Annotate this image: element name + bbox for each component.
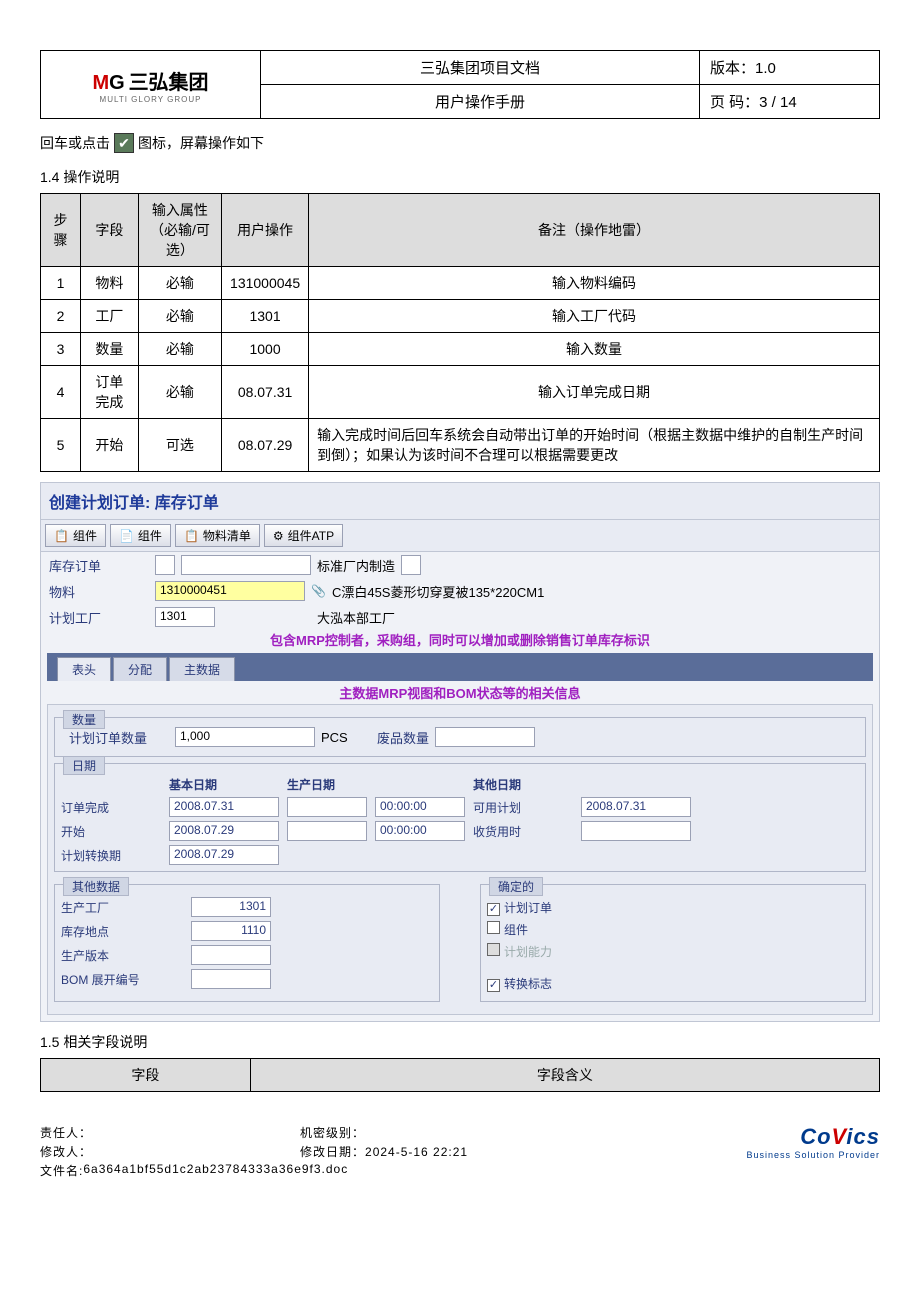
component-checkbox[interactable] — [487, 921, 500, 934]
component-button-2[interactable]: 📄 组件 — [110, 524, 171, 547]
sap-toolbar: 📋 组件 📄 组件 📋 物料清单 ⚙ 组件ATP — [41, 519, 879, 552]
sap-screenshot: 创建计划订单: 库存订单 📋 组件 📄 组件 📋 物料清单 ⚙ 组件ATP 库存… — [40, 482, 880, 1022]
material-label: 物料 — [49, 582, 149, 601]
sap-tabs: 表头 分配 主数据 — [47, 653, 873, 681]
material-input[interactable]: 1310000451 — [155, 581, 305, 601]
page-footer: CoVics Business Solution Provider 责任人：机密… — [0, 1124, 920, 1211]
atp-button[interactable]: ⚙ 组件ATP — [264, 524, 343, 547]
material-desc: C漂白45S菱形切穿夏被135*220CM1 — [332, 582, 544, 601]
component-button[interactable]: 📋 组件 — [45, 524, 106, 547]
plan-order-checkbox[interactable]: ✓ — [487, 903, 500, 916]
operation-table: 步骤字段输入属性 （必输/可选）用户操作备注（操作地雷） 1物料必输131000… — [40, 193, 880, 472]
field-desc-table: 字段字段含义 — [40, 1058, 880, 1092]
logo: MG 三弘集团 MULTI GLORY GROUP — [41, 51, 261, 118]
section-1-5: 1.5 相关字段说明 — [40, 1032, 880, 1052]
check-icon: ✔ — [114, 133, 134, 153]
scrap-input[interactable] — [435, 727, 535, 747]
section-1-4: 1.4 操作说明 — [40, 167, 880, 187]
stock-order-input[interactable] — [181, 555, 311, 575]
doc-title: 三弘集团项目文档 — [261, 51, 699, 85]
qty-fieldset: 数量 计划订单数量 1,000 PCS 废品数量 — [54, 717, 866, 757]
plant-desc: 大泓本部工厂 — [317, 608, 395, 627]
doc-subtitle: 用户操作手册 — [261, 85, 699, 118]
doc-header: MG 三弘集团 MULTI GLORY GROUP 三弘集团项目文档 用户操作手… — [40, 50, 880, 119]
fixed-fieldset: 确定的 ✓计划订单 组件 计划能力 ✓转换标志 — [480, 884, 866, 1002]
plant-label: 计划工厂 — [49, 608, 149, 627]
convert-checkbox[interactable]: ✓ — [487, 979, 500, 992]
date-fieldset: 日期 基本日期生产日期其他日期 订单完成2008.07.3100:00:00可用… — [54, 763, 866, 872]
annotation-2: 主数据MRP视图和BOM状态等的相关信息 — [339, 686, 580, 701]
intro-text: 回车或点击 ✔ 图标，屏幕操作如下 — [40, 133, 880, 153]
sap-title: 创建计划订单: 库存订单 — [41, 483, 879, 519]
capacity-checkbox — [487, 943, 500, 956]
bom-button[interactable]: 📋 物料清单 — [175, 524, 260, 547]
tab-header[interactable]: 表头 — [57, 657, 111, 681]
stock-order-label: 库存订单 — [49, 556, 149, 575]
other-fieldset: 其他数据 生产工厂1301 库存地点1110 生产版本 BOM 展开编号 — [54, 884, 440, 1002]
tab-assign[interactable]: 分配 — [113, 657, 167, 681]
covics-logo: CoVics Business Solution Provider — [746, 1124, 880, 1160]
std-mfg-label: 标准厂内制造 — [317, 556, 395, 575]
plant-input[interactable]: 1301 — [155, 607, 215, 627]
annotation-1: 包含MRP控制者，采购组，同时可以增加或删除销售订单库存标识 — [270, 633, 650, 648]
plan-qty-input[interactable]: 1,000 — [175, 727, 315, 747]
tab-master[interactable]: 主数据 — [169, 657, 235, 681]
